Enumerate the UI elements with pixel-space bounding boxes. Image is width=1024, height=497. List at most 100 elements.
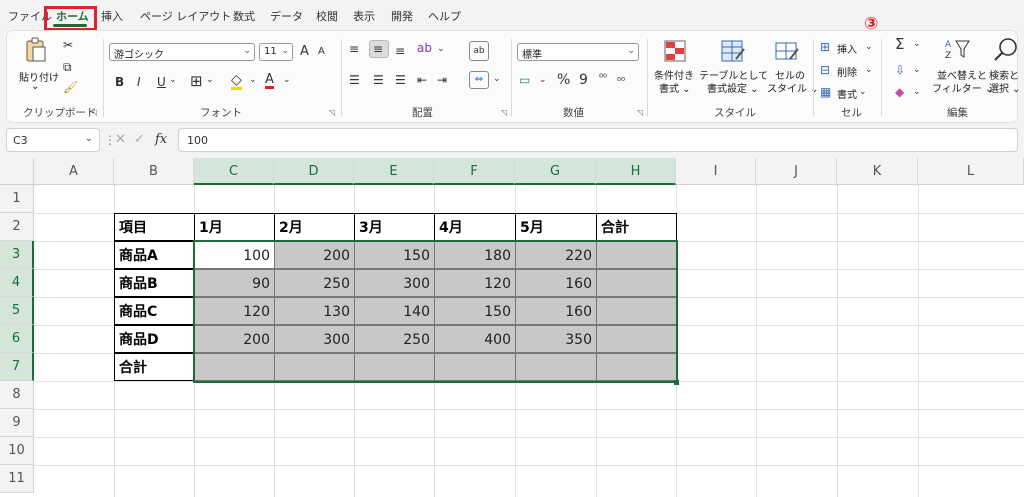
chevron-down-icon[interactable]: ⌄ <box>206 76 214 85</box>
row-header-1[interactable]: 1 <box>0 185 34 213</box>
font-size-select[interactable]: 11 ⌄ <box>259 43 293 61</box>
column-header-e[interactable]: E <box>354 158 434 185</box>
cell-b3[interactable]: 商品A <box>114 241 195 269</box>
sort-filter-label-2[interactable]: フィルター ⌄ <box>932 80 993 95</box>
underline-button[interactable]: U <box>157 76 166 88</box>
chevron-down-icon[interactable]: ⌄ <box>169 76 177 85</box>
increase-indent-icon[interactable]: ⇥ <box>437 74 447 86</box>
chevron-down-icon[interactable]: ⌄ <box>859 88 867 97</box>
borders-icon[interactable]: ⊞ <box>190 74 203 89</box>
grow-font-icon[interactable]: A <box>300 45 309 58</box>
chevron-down-icon[interactable]: ⌄ <box>493 75 501 84</box>
clear-icon[interactable]: ◆ <box>895 86 904 98</box>
column-header-b[interactable]: B <box>114 158 194 185</box>
column-header-f[interactable]: F <box>434 158 515 185</box>
cell-styles-label-2[interactable]: スタイル ⌄ <box>767 80 819 95</box>
cell-c2[interactable]: 1月 <box>194 213 275 241</box>
column-header-j[interactable]: J <box>756 158 837 185</box>
insert-cells-button[interactable]: 挿入 <box>837 41 857 56</box>
format-as-table-label-2[interactable]: 書式設定 ⌄ <box>707 80 759 95</box>
chevron-down-icon[interactable]: ⌄ <box>865 43 873 52</box>
column-header-d[interactable]: D <box>274 158 354 185</box>
cell-b2[interactable]: 項目 <box>114 213 195 241</box>
chevron-down-icon[interactable]: ⌄ <box>913 40 921 49</box>
row-header-11[interactable]: 11 <box>0 465 34 493</box>
comma-style-button[interactable]: 9 <box>579 73 588 87</box>
tab-review[interactable]: 校閲 <box>316 8 338 24</box>
tab-insert[interactable]: 挿入 <box>101 8 123 24</box>
cell-styles-icon[interactable] <box>774 39 800 65</box>
cell-b5[interactable]: 商品C <box>114 297 195 325</box>
row-header-3[interactable]: 3 <box>0 241 34 269</box>
cell-e2[interactable]: 3月 <box>354 213 435 241</box>
alignment-launcher-icon[interactable]: ◹ <box>501 108 507 117</box>
cut-icon[interactable]: ✂ <box>63 39 73 51</box>
align-top-icon[interactable]: ≡ <box>349 43 359 55</box>
align-left-icon[interactable]: ☰ <box>349 74 360 86</box>
row-header-7[interactable]: 7 <box>0 353 34 381</box>
font-name-select[interactable]: 游ゴシック ⌄ <box>109 43 255 61</box>
conditional-formatting-label-2[interactable]: 書式 ⌄ <box>659 80 691 95</box>
percent-button[interactable]: % <box>557 73 570 87</box>
orientation-icon[interactable]: ab <box>417 42 432 54</box>
number-launcher-icon[interactable]: ◹ <box>637 108 643 117</box>
find-select-label-2[interactable]: 選択 ⌄ <box>989 80 1021 95</box>
column-header-l[interactable]: L <box>918 158 1024 185</box>
chevron-down-icon[interactable]: ⌄ <box>865 66 873 75</box>
find-select-icon[interactable] <box>993 37 1019 65</box>
cell-f2[interactable]: 4月 <box>434 213 516 241</box>
cell-d2[interactable]: 2月 <box>274 213 355 241</box>
row-header-6[interactable]: 6 <box>0 325 34 353</box>
clipboard-launcher-icon[interactable]: ◹ <box>91 108 97 117</box>
chevron-down-icon[interactable]: ⌄ <box>249 76 257 85</box>
chevron-down-icon[interactable]: ⌄ <box>913 88 921 97</box>
chevron-down-icon[interactable]: ⌄ <box>913 66 921 75</box>
cell-h2[interactable]: 合計 <box>596 213 677 241</box>
currency-icon[interactable]: ▭ <box>519 74 530 86</box>
column-header-h[interactable]: H <box>596 158 676 185</box>
column-header-c[interactable]: C <box>194 158 274 185</box>
column-header-a[interactable]: A <box>34 158 114 185</box>
cancel-icon[interactable]: ✕ <box>115 132 126 147</box>
decrease-indent-icon[interactable]: ⇤ <box>417 74 427 86</box>
chevron-down-icon[interactable]: ⌄ <box>283 76 291 85</box>
paste-dropdown[interactable]: ⌄ <box>31 81 39 92</box>
row-header-5[interactable]: 5 <box>0 297 34 325</box>
shrink-font-icon[interactable]: A <box>318 47 325 57</box>
row-header-2[interactable]: 2 <box>0 213 34 241</box>
align-center-icon[interactable]: ☰ <box>373 74 384 86</box>
cell-b7[interactable]: 合計 <box>114 353 195 381</box>
delete-cells-icon[interactable]: ⊟ <box>820 64 830 76</box>
bold-button[interactable]: B <box>115 76 124 88</box>
autosum-button[interactable]: Σ <box>895 37 904 52</box>
merge-center-icon[interactable]: ⇔ <box>469 71 489 89</box>
tab-data[interactable]: データ <box>270 8 303 24</box>
conditional-formatting-icon[interactable] <box>663 39 687 65</box>
cell-g2[interactable]: 5月 <box>515 213 597 241</box>
chevron-down-icon[interactable]: ⌄ <box>539 76 547 85</box>
insert-cells-icon[interactable]: ⊞ <box>820 41 830 53</box>
cell-b4[interactable]: 商品B <box>114 269 195 297</box>
tab-page-layout[interactable]: ページ レイアウト <box>140 8 231 24</box>
enter-icon[interactable]: ✓ <box>134 132 145 147</box>
cell-b6[interactable]: 商品D <box>114 325 195 353</box>
format-cells-button[interactable]: 書式 <box>837 86 857 101</box>
align-bottom-icon[interactable]: ≡ <box>395 45 405 57</box>
chevron-down-icon[interactable]: ⌄ <box>437 45 445 54</box>
column-header-k[interactable]: K <box>837 158 918 185</box>
increase-decimal-icon[interactable]: ⁰⁰ <box>599 74 607 84</box>
row-header-9[interactable]: 9 <box>0 409 34 437</box>
tab-help[interactable]: ヘルプ <box>428 8 461 24</box>
format-cells-icon[interactable]: ▦ <box>820 86 831 98</box>
tab-view[interactable]: 表示 <box>353 8 375 24</box>
sort-filter-icon[interactable]: AZ <box>943 37 971 63</box>
fill-color-icon[interactable]: ◇ <box>231 73 242 90</box>
decrease-decimal-icon[interactable]: ₀₀ <box>617 74 625 84</box>
tab-developer[interactable]: 開発 <box>391 8 413 24</box>
format-painter-icon[interactable]: 🖌 <box>63 81 78 93</box>
select-all-corner[interactable] <box>0 158 34 185</box>
align-right-icon[interactable]: ☰ <box>395 74 406 86</box>
font-color-icon[interactable]: A <box>265 73 274 89</box>
column-header-g[interactable]: G <box>515 158 596 185</box>
row-header-10[interactable]: 10 <box>0 437 34 465</box>
